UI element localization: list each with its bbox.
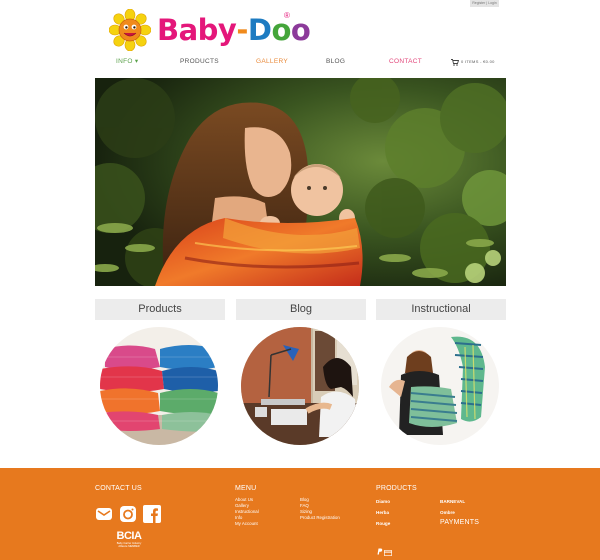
footer-link-product-registration[interactable]: Product Registration bbox=[300, 515, 340, 521]
footer-product-herba[interactable]: Herba bbox=[376, 510, 389, 515]
section-blog-tab[interactable]: Blog bbox=[236, 299, 366, 320]
facebook-icon[interactable] bbox=[143, 505, 161, 523]
footer-link-my-account[interactable]: My Account bbox=[235, 521, 258, 527]
stacked-wraps-photo bbox=[100, 327, 218, 445]
paypal-icon bbox=[376, 542, 383, 555]
nav-cart[interactable]: 0 ITEMS - €0.00 bbox=[451, 57, 495, 67]
nav-contact[interactable]: CONTACT bbox=[389, 57, 422, 67]
blog-circle-image[interactable] bbox=[241, 327, 359, 445]
brand-logo[interactable]: Baby-Doo ® bbox=[109, 9, 311, 51]
section-instructional-tab[interactable]: Instructional bbox=[376, 299, 506, 320]
cart-summary: 0 ITEMS - €0.00 bbox=[461, 59, 495, 64]
bcia-member-badge: BCIA Baby Carrier Industry Alliance MEMB… bbox=[113, 530, 145, 548]
footer-menu-heading: MENU bbox=[235, 485, 257, 492]
registered-mark: ® bbox=[284, 11, 290, 20]
brand-letter-o2: o bbox=[290, 13, 311, 47]
bcia-badge-subtext: Baby Carrier Industry Alliance MEMBER bbox=[116, 542, 142, 548]
brand-hyphen: - bbox=[236, 13, 248, 47]
footer-contact-heading: CONTACT US bbox=[95, 485, 142, 492]
nav-blog[interactable]: BLOG bbox=[326, 57, 345, 67]
instagram-icon[interactable] bbox=[119, 505, 137, 523]
bcia-badge-text: BCIA bbox=[116, 530, 142, 542]
sunflower-mascot-icon bbox=[109, 9, 151, 51]
cart-icon bbox=[451, 58, 459, 66]
woman-tying-wrap-photo bbox=[381, 327, 499, 445]
woman-at-desk-photo bbox=[241, 327, 359, 445]
footer-products-heading: PRODUCTS bbox=[376, 485, 417, 492]
products-circle-image[interactable] bbox=[100, 327, 218, 445]
main-nav: INFO ▾ PRODUCTS GALLERY BLOG CONTACT 0 I… bbox=[0, 57, 600, 69]
section-products-tab[interactable]: Products bbox=[95, 299, 225, 320]
register-login-link[interactable]: Register | Login bbox=[470, 0, 499, 7]
footer-product-diamo[interactable]: Diamo bbox=[376, 499, 390, 504]
brand-word-baby: Baby bbox=[157, 13, 237, 47]
nav-gallery[interactable]: GALLERY bbox=[256, 57, 288, 67]
footer-product-rouge[interactable]: Rouge bbox=[376, 521, 390, 526]
email-icon[interactable] bbox=[95, 505, 113, 523]
nav-products[interactable]: PRODUCTS bbox=[180, 57, 219, 67]
hero-photo bbox=[95, 78, 506, 286]
site-footer: CONTACT US BCIA Baby Carrier Industry Al… bbox=[0, 468, 600, 560]
hero-image bbox=[95, 78, 506, 286]
instructional-circle-image[interactable] bbox=[381, 327, 499, 445]
brand-letter-d: D bbox=[247, 13, 272, 47]
footer-product-barneval[interactable]: BARNEVAL bbox=[440, 499, 465, 504]
credit-card-icon bbox=[383, 543, 393, 557]
nav-info[interactable]: INFO ▾ bbox=[116, 57, 138, 67]
footer-product-ombre[interactable]: Ombre bbox=[440, 510, 455, 515]
footer-payments-heading: PAYMENTS bbox=[440, 519, 480, 526]
